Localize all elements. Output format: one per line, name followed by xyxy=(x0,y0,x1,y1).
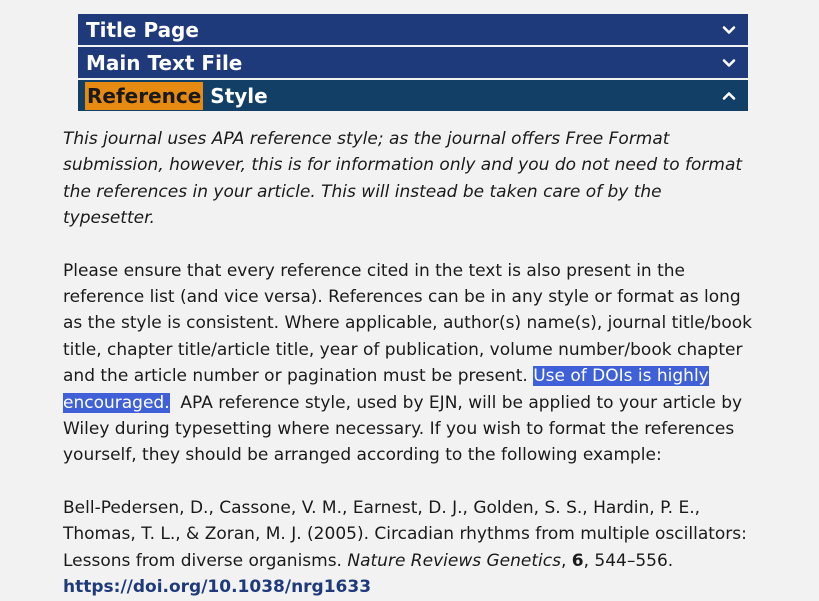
reference-doi-link[interactable]: https://doi.org/10.1038/nrg1633 xyxy=(63,577,371,597)
chevron-down-icon[interactable] xyxy=(720,21,738,39)
chevron-up-icon[interactable] xyxy=(720,87,738,105)
accordion-header-main-text-file[interactable]: Main Text File xyxy=(78,47,748,78)
accordion-header-reference-style[interactable]: Reference Style xyxy=(78,80,748,111)
reference-volume: 6 xyxy=(571,550,584,571)
search-highlight: Reference xyxy=(85,81,204,110)
reference-pages: , 544–556. xyxy=(583,550,674,571)
chevron-down-icon[interactable] xyxy=(720,54,738,72)
reference-sep: , xyxy=(560,550,572,571)
reference-example: Bell-Pedersen, D., Cassone, V. M., Earne… xyxy=(63,495,753,601)
accordion-header-label: Reference Style xyxy=(85,80,268,111)
accordion-header-title-page[interactable]: Title Page xyxy=(78,14,748,45)
accordion-header-label: Main Text File xyxy=(86,50,243,75)
intro-note: This journal uses APA reference style; a… xyxy=(63,129,743,229)
reference-guidelines: Please ensure that every reference cited… xyxy=(63,258,753,469)
reference-style-panel: This journal uses APA reference style; a… xyxy=(63,126,753,601)
reference-journal: Nature Reviews Genetics xyxy=(347,550,561,571)
accordion: Title Page Main Text File Reference Styl… xyxy=(78,14,748,113)
accordion-header-label-rest: Style xyxy=(203,83,268,108)
accordion-header-label: Title Page xyxy=(86,17,199,42)
